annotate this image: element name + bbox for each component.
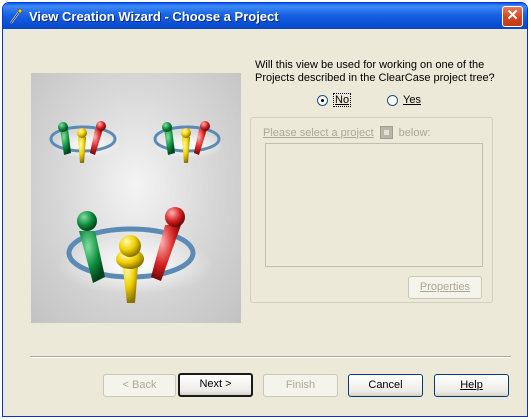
project-illustration [31, 73, 241, 323]
cancel-button[interactable]: Cancel [348, 374, 423, 397]
project-label-suffix: below: [398, 126, 431, 139]
close-button[interactable]: ✕ [502, 6, 523, 27]
back-button[interactable]: < Back [103, 374, 176, 397]
wizard-dialog: View Creation Wizard - Choose a Project … [2, 2, 528, 417]
properties-button-label: Properties [419, 281, 471, 293]
dialog-client: Will this view be used for working on on… [3, 29, 527, 416]
project-label-prefix: Please select a project [263, 126, 374, 139]
radio-no[interactable]: No [317, 93, 352, 107]
radio-yes-button[interactable] [387, 94, 398, 106]
radio-yes-label: Yes [403, 94, 421, 106]
project-icon [379, 126, 393, 139]
wizard-wand-icon [10, 8, 23, 24]
properties-button[interactable]: Properties [408, 276, 482, 299]
project-group-label: Please select a project below: [263, 126, 430, 139]
finish-button[interactable]: Finish [263, 374, 338, 397]
pawns-illustration [49, 121, 224, 303]
next-button[interactable]: Next > [178, 373, 253, 397]
help-button-label: Help [460, 379, 483, 391]
window-title: View Creation Wizard - Choose a Project [29, 9, 279, 24]
title-bar: View Creation Wizard - Choose a Project … [3, 3, 527, 29]
close-icon: ✕ [506, 7, 519, 24]
help-button[interactable]: Help [434, 374, 509, 397]
radio-yes[interactable]: Yes [387, 93, 421, 107]
question-text: Will this view be used for working on on… [255, 59, 495, 84]
footer-separator [30, 356, 511, 358]
radio-no-button[interactable] [317, 94, 328, 106]
project-list[interactable] [265, 143, 483, 267]
radio-no-label: No [333, 93, 352, 107]
